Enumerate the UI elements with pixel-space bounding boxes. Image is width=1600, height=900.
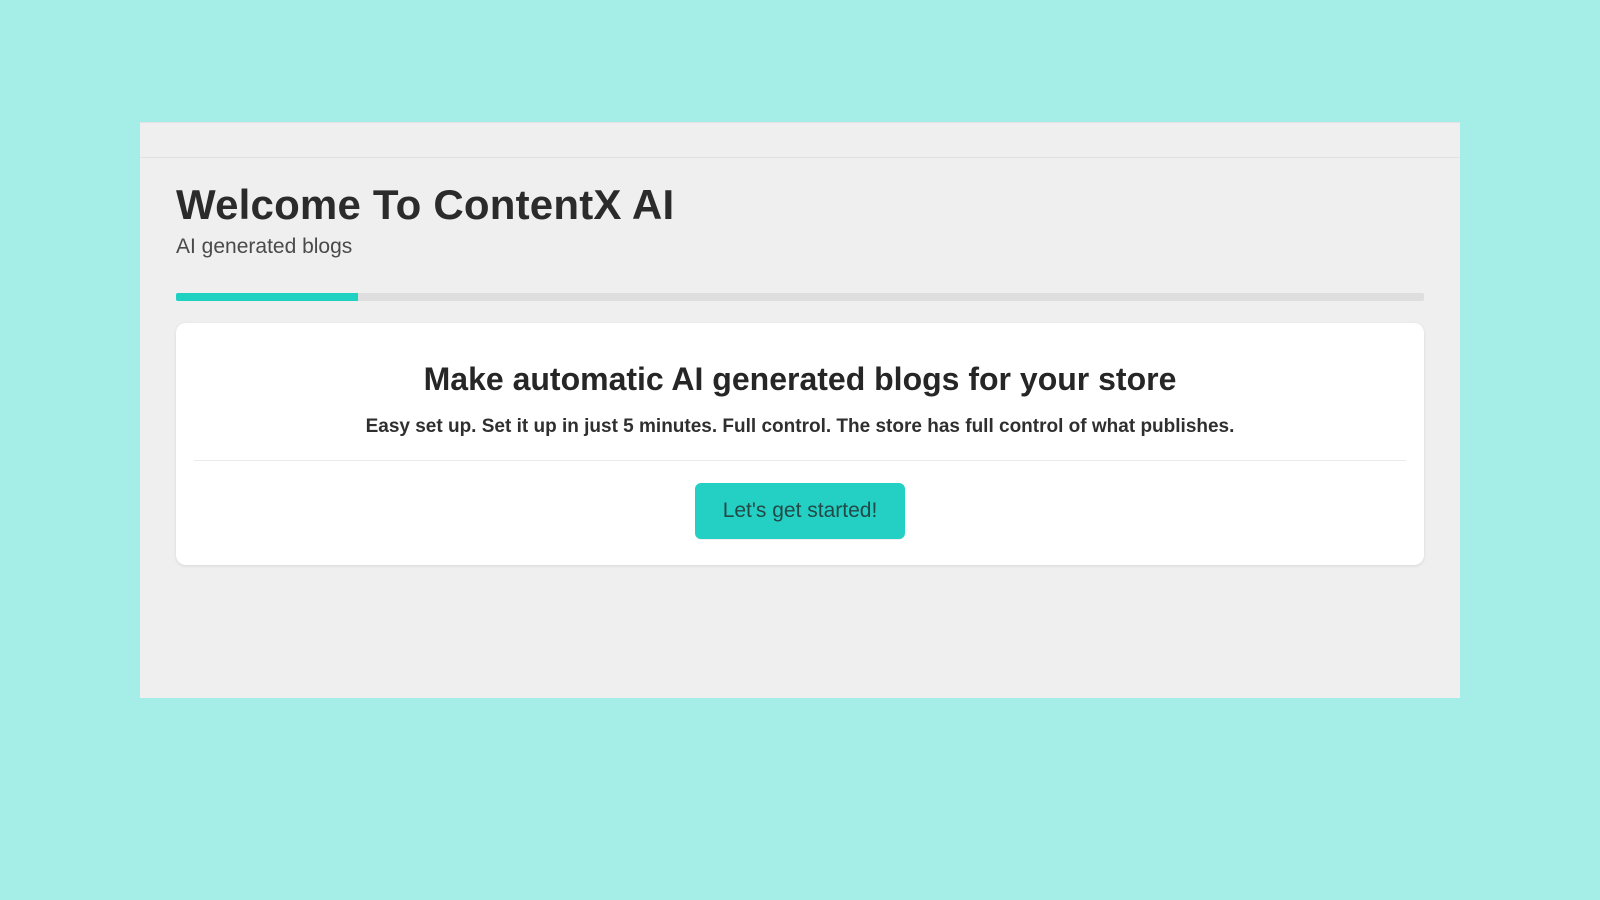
- page-subtitle: AI generated blogs: [176, 235, 1424, 259]
- onboarding-card: Make automatic AI generated blogs for yo…: [176, 323, 1424, 565]
- page-header: Welcome To ContentX AI AI generated blog…: [140, 123, 1460, 259]
- card-headline: Make automatic AI generated blogs for yo…: [204, 361, 1396, 398]
- panel-divider: [140, 157, 1460, 158]
- get-started-button[interactable]: Let's get started!: [695, 483, 906, 539]
- progress-fill: [176, 293, 358, 301]
- page-title: Welcome To ContentX AI: [176, 181, 1424, 229]
- onboarding-panel: Welcome To ContentX AI AI generated blog…: [140, 122, 1460, 698]
- card-header: Make automatic AI generated blogs for yo…: [194, 323, 1406, 461]
- progress-bar: [176, 293, 1424, 301]
- card-actions: Let's get started!: [194, 461, 1406, 565]
- card-subheadline: Easy set up. Set it up in just 5 minutes…: [204, 416, 1396, 438]
